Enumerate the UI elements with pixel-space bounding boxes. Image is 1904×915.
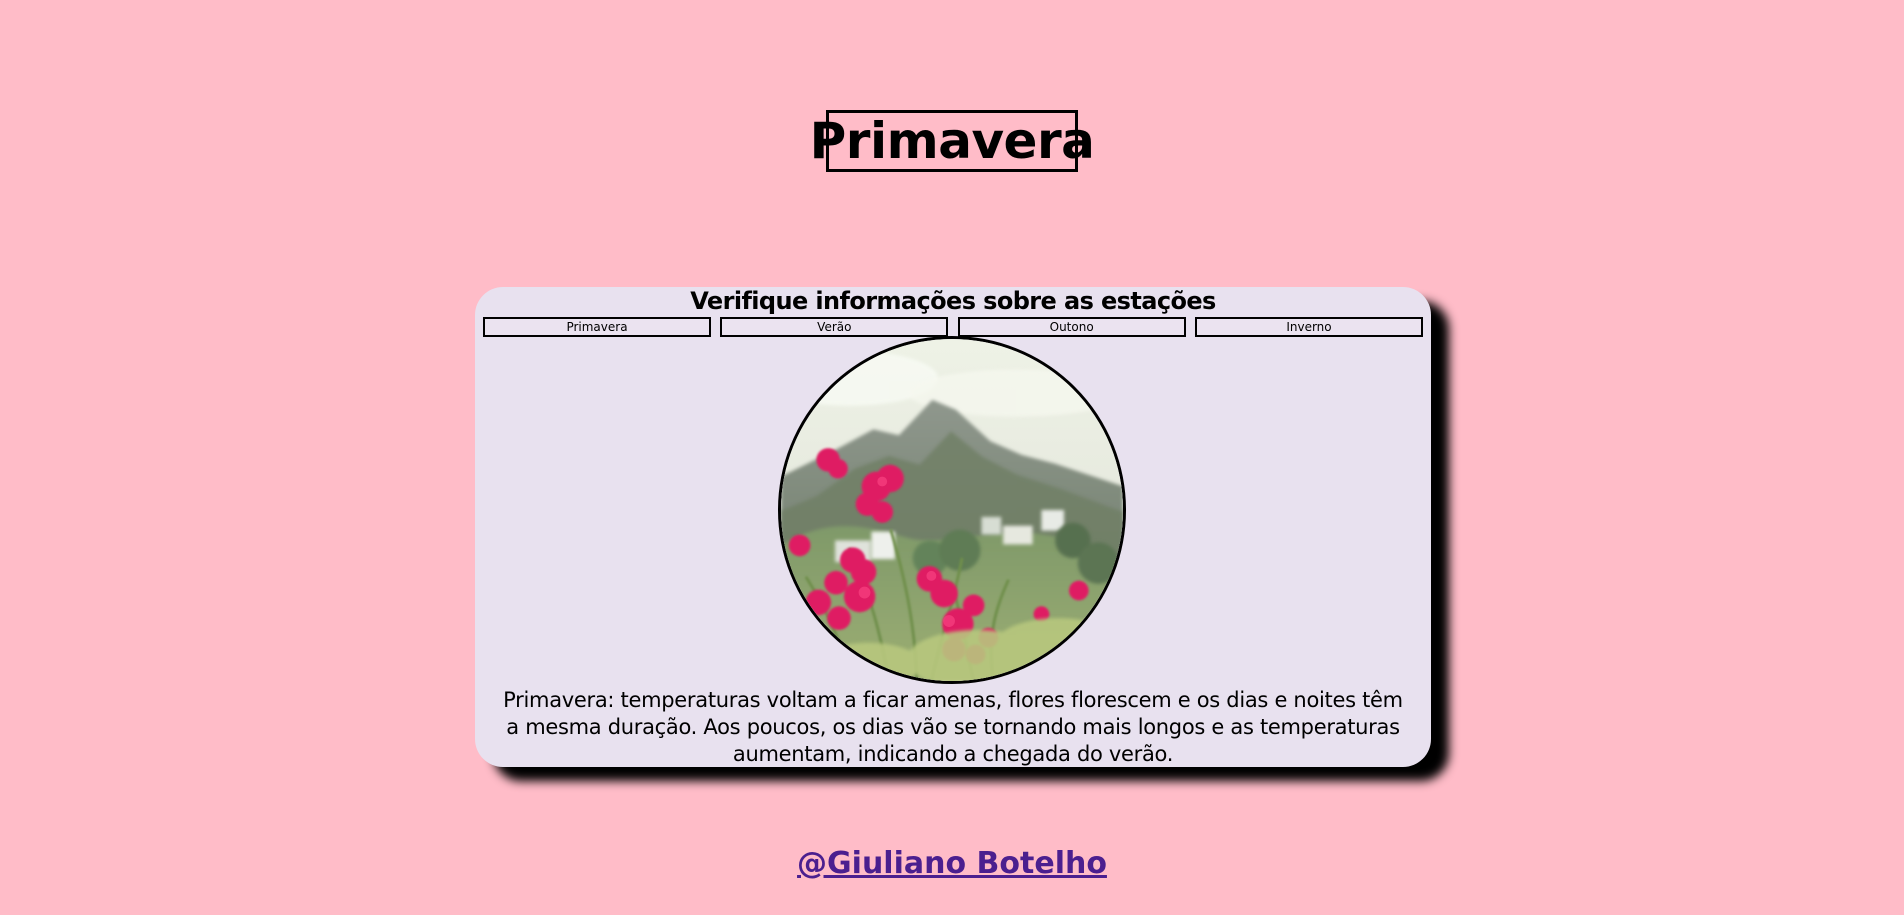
season-photo — [778, 336, 1126, 684]
card-heading: Verifique informações sobre as estações — [690, 287, 1216, 315]
tab-verao[interactable]: Verão — [720, 317, 949, 337]
tab-outono[interactable]: Outono — [957, 317, 1186, 337]
season-tabs: Primavera Verão Outono Inverno — [483, 317, 1423, 337]
tab-primavera[interactable]: Primavera — [483, 317, 711, 337]
author-link[interactable]: @Giuliano Botelho — [0, 846, 1904, 886]
tab-inverno[interactable]: Inverno — [1194, 317, 1423, 337]
season-photo-illustration — [781, 339, 1123, 681]
page-title: Primavera — [809, 110, 1095, 172]
season-card: Verifique informações sobre as estações … — [475, 287, 1431, 767]
season-description: Primavera: temperaturas voltam a ficar a… — [503, 688, 1403, 766]
